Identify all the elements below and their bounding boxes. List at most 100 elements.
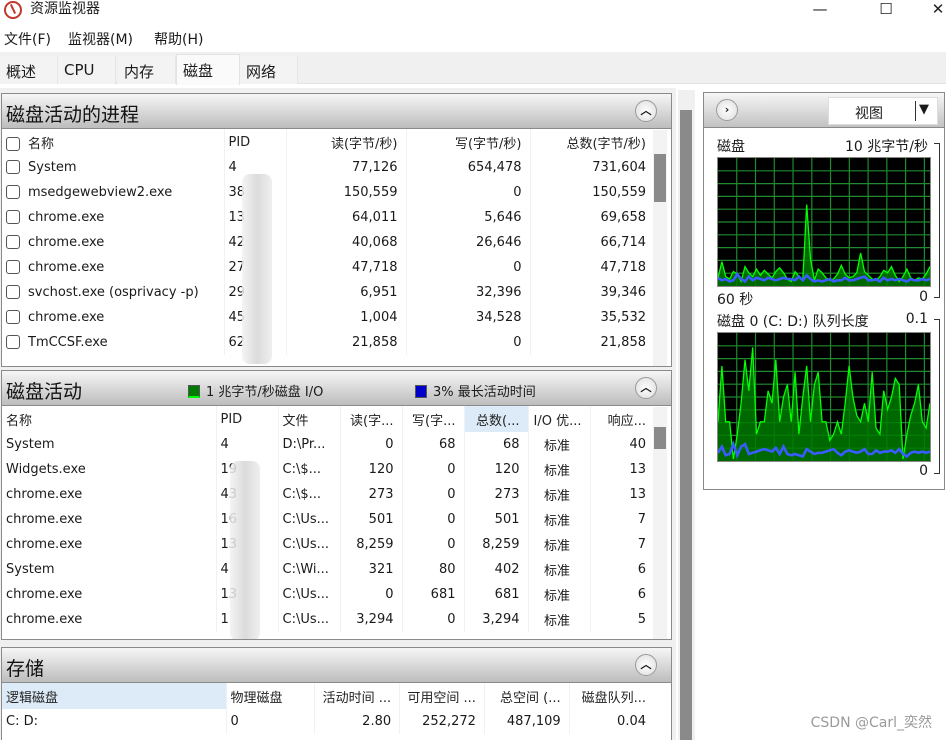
- cell-total: 35,532: [600, 310, 647, 325]
- cell-read: 120: [340, 457, 403, 482]
- cell-read: 150,559: [286, 180, 407, 205]
- cell-total: 273: [464, 482, 529, 507]
- cell-response-time: 6: [637, 562, 646, 577]
- cell-read: 0: [340, 582, 403, 607]
- cell-logical-disk: C: D:: [2, 709, 227, 734]
- column-header-active-time[interactable]: 活动时间 ...: [314, 683, 401, 709]
- table-row[interactable]: chrome.exe 16 C:\Us... 501 0 501 标准 7: [2, 507, 654, 532]
- cell-total: 501: [464, 507, 529, 532]
- column-header-write[interactable]: 写(字节/秒): [406, 129, 531, 155]
- tab-cpu[interactable]: CPU: [58, 56, 116, 84]
- cell-read: 47,718: [286, 255, 407, 280]
- row-checkbox[interactable]: [6, 335, 20, 349]
- scrollbar-thumb[interactable]: [654, 427, 666, 449]
- cell-total: 68: [464, 432, 529, 457]
- cell-write: 32,396: [406, 280, 531, 305]
- row-checkbox[interactable]: [6, 310, 20, 324]
- cell-io-priority: 标准: [528, 507, 591, 532]
- minimize-button[interactable]: —: [800, 0, 840, 20]
- row-checkbox[interactable]: [6, 185, 20, 199]
- processes-scrollbar[interactable]: [653, 130, 667, 366]
- column-header-total[interactable]: 总数(...: [464, 406, 529, 432]
- column-header-file[interactable]: 文件: [278, 406, 341, 432]
- table-row[interactable]: chrome.exe 27 47,718 0 47,718: [2, 255, 654, 280]
- tab-memory[interactable]: 内存: [118, 56, 176, 84]
- column-header-total-space[interactable]: 总空间 (...: [484, 683, 570, 709]
- row-checkbox[interactable]: [6, 235, 20, 249]
- column-header-disk-queue[interactable]: 磁盘队列...: [569, 683, 654, 709]
- close-button[interactable]: ✕: [918, 0, 946, 20]
- processes-with-disk-activity-panel: 磁盘活动的进程 ︿ 名称 PID 读(字节/秒) 写(字节/秒) 总数(字节/秒…: [1, 93, 672, 367]
- collapse-button[interactable]: ︿: [635, 100, 657, 122]
- table-row[interactable]: chrome.exe 1 C:\Us... 3,294 0 3,294 标准 5: [2, 607, 654, 632]
- queue-length-graph: [716, 332, 931, 462]
- expand-button[interactable]: ›: [716, 99, 738, 121]
- row-checkbox[interactable]: [6, 285, 20, 299]
- view-dropdown[interactable]: 视图 ▼: [828, 97, 938, 125]
- table-row[interactable]: System 4 C:\Wi... 321 80 402 标准 6: [2, 557, 654, 582]
- table-header-row: 名称 PID 文件 读(字... 写(字... 总数(... I/O 优... …: [2, 406, 654, 432]
- column-header-read[interactable]: 读(字...: [340, 406, 403, 432]
- row-checkbox[interactable]: [6, 210, 20, 224]
- row-checkbox[interactable]: [6, 160, 20, 174]
- menu-help[interactable]: 帮助(H): [154, 29, 203, 49]
- table-row[interactable]: chrome.exe 13 64,011 5,646 69,658: [2, 205, 654, 230]
- table-row[interactable]: TmCCSF.exe 62 21,858 0 21,858: [2, 330, 654, 355]
- table-row[interactable]: chrome.exe 42 40,068 26,646 66,714: [2, 230, 654, 255]
- table-row[interactable]: System 4 D:\Pr... 0 68 68 标准 40: [2, 432, 654, 457]
- column-header-total[interactable]: 总数(字节/秒): [530, 129, 654, 155]
- cell-file: C:\$...: [278, 457, 341, 482]
- main-scrollbar[interactable]: [678, 90, 695, 740]
- scrollbar-thumb[interactable]: [654, 154, 666, 202]
- cell-name: chrome.exe: [2, 607, 217, 632]
- column-header-free-space[interactable]: 可用空间 ...: [399, 683, 485, 709]
- table-row[interactable]: chrome.exe 43 C:\$... 273 0 273 标准 13: [2, 482, 654, 507]
- resource-monitor-icon: [4, 1, 22, 19]
- disk-graph-svg: [717, 158, 931, 286]
- table-row[interactable]: chrome.exe 45 1,004 34,528 35,532: [2, 305, 654, 330]
- main-scrollbar-thumb[interactable]: [680, 110, 692, 740]
- panel-header[interactable]: 磁盘活动 1 兆字节/秒磁盘 I/O 3% 最长活动时间 ︿: [2, 371, 671, 406]
- column-header-read[interactable]: 读(字节/秒): [286, 129, 407, 155]
- column-header-pid[interactable]: PID: [224, 129, 287, 155]
- cell-read: 1,004: [286, 305, 407, 330]
- table-row[interactable]: System 4 77,126 654,478 731,604: [2, 155, 654, 180]
- cell-name: chrome.exe: [2, 205, 225, 230]
- tab-overview[interactable]: 概述: [0, 56, 58, 84]
- menu-monitor[interactable]: 监视器(M): [68, 29, 133, 49]
- cell-io-priority: 标准: [528, 482, 591, 507]
- table-row[interactable]: chrome.exe 13 C:\Us... 8,259 0 8,259 标准 7: [2, 532, 654, 557]
- tab-disk[interactable]: 磁盘: [176, 54, 240, 85]
- column-header-response-time[interactable]: 响应...: [590, 406, 654, 432]
- graph2-title: 磁盘 0 (C: D:) 队列长度: [717, 314, 869, 330]
- collapse-button[interactable]: ︿: [635, 377, 657, 399]
- column-header-io-priority[interactable]: I/O 优...: [528, 406, 591, 432]
- disk-activity-scrollbar[interactable]: [653, 407, 667, 639]
- table-row[interactable]: Widgets.exe 19 C:\$... 120 0 120 标准 13: [2, 457, 654, 482]
- panel-header[interactable]: 存储 ︿: [2, 648, 671, 683]
- cell-name: svchost.exe (osprivacy -p): [2, 280, 225, 305]
- column-header-name[interactable]: 名称: [2, 406, 217, 432]
- cell-io-priority: 标准: [528, 582, 591, 607]
- panel-title: 磁盘活动: [6, 381, 83, 403]
- column-header-physical-disk[interactable]: 物理磁盘: [226, 683, 316, 709]
- legend-active-time: 3% 最长活动时间: [415, 381, 536, 400]
- panel-header[interactable]: 磁盘活动的进程 ︿: [2, 94, 671, 129]
- table-row[interactable]: C: D: 0 2.80 252,272 487,109 0.04: [2, 709, 654, 734]
- tab-network[interactable]: 网络: [240, 56, 298, 84]
- collapse-button[interactable]: ︿: [635, 654, 657, 676]
- column-header-logical-disk[interactable]: 逻辑磁盘: [2, 683, 227, 709]
- row-checkbox[interactable]: [6, 260, 20, 274]
- menu-file[interactable]: 文件(F): [4, 29, 51, 49]
- cell-name: System: [2, 432, 217, 457]
- scale-bracket: [934, 319, 940, 474]
- table-row[interactable]: svchost.exe (osprivacy -p) 29 6,951 32,396 3…: [2, 280, 654, 305]
- column-header-pid[interactable]: PID: [216, 406, 279, 432]
- column-header-name[interactable]: 名称: [2, 129, 225, 155]
- column-header-write[interactable]: 写(字...: [402, 406, 465, 432]
- table-row[interactable]: msedgewebview2.exe 38 150,559 0 150,559: [2, 180, 654, 205]
- select-all-checkbox[interactable]: [6, 136, 20, 151]
- cell-read: 273: [340, 482, 403, 507]
- table-row[interactable]: chrome.exe 13 C:\Us... 0 681 681 标准 6: [2, 582, 654, 607]
- maximize-button[interactable]: ☐: [866, 0, 906, 20]
